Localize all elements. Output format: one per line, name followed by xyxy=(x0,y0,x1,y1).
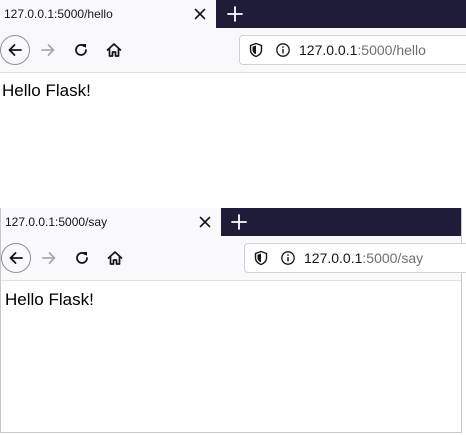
tab-title: 127.0.0.1:5000/say xyxy=(5,215,108,229)
info-icon[interactable] xyxy=(280,250,296,266)
shield-icon[interactable] xyxy=(253,250,269,266)
home-button[interactable] xyxy=(99,35,129,65)
tab-hello[interactable]: 127.0.0.1:5000/hello xyxy=(0,0,216,28)
browser-window-say: 127.0.0.1:5000/say 127.0.0.1:5000/say He… xyxy=(0,208,466,433)
home-icon xyxy=(107,251,123,265)
home-button[interactable] xyxy=(100,243,130,273)
back-button[interactable] xyxy=(0,35,30,65)
tab-strip: 127.0.0.1:5000/say xyxy=(1,208,461,236)
reload-icon xyxy=(76,252,88,264)
url-host: 127.0.0.1 xyxy=(299,42,358,58)
url-path: :5000/hello xyxy=(357,42,426,58)
info-icon[interactable] xyxy=(275,42,291,58)
back-button[interactable] xyxy=(1,243,31,273)
plus-icon[interactable] xyxy=(230,213,248,231)
arrow-right-icon xyxy=(42,252,56,264)
nav-toolbar: 127.0.0.1:5000/hello xyxy=(0,28,466,73)
url-text: 127.0.0.1:5000/hello xyxy=(299,36,426,64)
tab-strip: 127.0.0.1:5000/hello xyxy=(0,0,466,28)
arrow-right-icon xyxy=(41,44,55,56)
close-icon[interactable] xyxy=(197,214,213,230)
home-icon xyxy=(106,43,122,57)
plus-icon[interactable] xyxy=(226,5,244,23)
url-host: 127.0.0.1 xyxy=(304,250,363,266)
url-bar[interactable]: 127.0.0.1:5000/say xyxy=(244,243,466,273)
url-bar[interactable]: 127.0.0.1:5000/hello xyxy=(239,35,466,65)
page-text: Hello Flask! xyxy=(2,81,91,100)
arrow-left-icon xyxy=(9,252,23,264)
shield-icon[interactable] xyxy=(248,42,264,58)
url-path: :5000/say xyxy=(362,250,424,266)
tab-say[interactable]: 127.0.0.1:5000/say xyxy=(1,208,221,236)
arrow-left-icon xyxy=(8,44,22,56)
page-text: Hello Flask! xyxy=(5,290,94,309)
reload-button[interactable] xyxy=(66,35,96,65)
tab-title: 127.0.0.1:5000/hello xyxy=(4,7,113,21)
url-text: 127.0.0.1:5000/say xyxy=(304,244,423,272)
page-content: Hello Flask! xyxy=(1,281,461,319)
reload-icon xyxy=(75,44,87,56)
nav-toolbar: 127.0.0.1:5000/say xyxy=(1,236,466,281)
forward-button[interactable] xyxy=(34,243,64,273)
reload-button[interactable] xyxy=(67,243,97,273)
browser-window-hello: 127.0.0.1:5000/hello 127.0.0.1:5000/hell… xyxy=(0,0,466,196)
close-icon[interactable] xyxy=(192,6,208,22)
page-content: Hello Flask! xyxy=(0,73,466,109)
forward-button[interactable] xyxy=(33,35,63,65)
